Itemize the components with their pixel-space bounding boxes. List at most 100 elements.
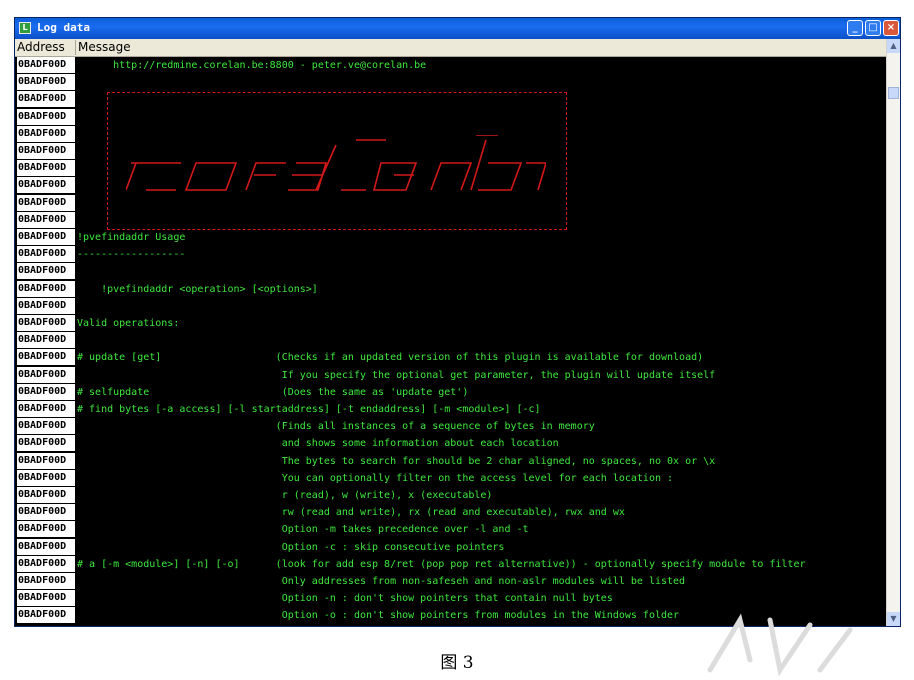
log-address: 0BADF00D <box>17 573 75 589</box>
log-row[interactable]: 0BADF00D <box>15 125 886 143</box>
scroll-up-arrow-icon[interactable]: ▲ <box>887 39 900 53</box>
log-address: 0BADF00D <box>17 555 75 572</box>
log-message: # update [get] (Checks if an updated ver… <box>77 352 704 364</box>
log-message: # find bytes [-a access] [-l startaddres… <box>77 404 541 415</box>
watermark-logo <box>707 613 853 677</box>
log-row[interactable]: 0BADF00D rw (read and write), rx (read a… <box>15 504 886 521</box>
log-row[interactable]: 0BADF00D <box>15 91 886 108</box>
log-row[interactable]: 0BADF00D <box>15 211 886 229</box>
log-address: 0BADF00D <box>17 143 75 159</box>
log-row[interactable]: 0BADF00D <box>15 160 886 177</box>
log-message: rw (read and write), rx (read and execut… <box>77 507 625 519</box>
log-address: 0BADF00D <box>17 469 75 486</box>
log-message: ------------------ <box>77 249 186 261</box>
log-row[interactable]: 0BADF00D !pvefindaddr Usage <box>15 229 886 246</box>
log-address: 0BADF00D <box>17 538 75 555</box>
log-row[interactable]: 0BADF00D r (read), w (write), x (executa… <box>15 487 886 504</box>
log-row[interactable]: 0BADF00D Only addresses from non-safeseh… <box>15 573 886 590</box>
log-address: 0BADF00D <box>17 263 75 280</box>
log-address: 0BADF00D <box>17 160 75 177</box>
log-address: 0BADF00D <box>17 487 75 503</box>
scroll-thumb[interactable] <box>888 87 899 99</box>
log-message: !pvefindaddr <operation> [<options>] <box>77 283 318 295</box>
log-row[interactable]: 0BADF00D If you specify the optional get… <box>15 366 886 384</box>
log-message: Option -o : don't show pointers from mod… <box>77 610 680 622</box>
close-button[interactable]: × <box>883 20 899 36</box>
log-message: (Finds all instances of a sequence of by… <box>77 421 595 433</box>
log-row[interactable]: 0BADF00D ------------------ <box>15 246 886 263</box>
log-address: 0BADF00D <box>17 211 75 228</box>
log-row[interactable]: 0BADF00D You can optionally filter on th… <box>15 469 886 487</box>
log-message: and shows some information about each lo… <box>77 438 559 450</box>
log-message: Only addresses from non-safeseh and non-… <box>77 576 686 587</box>
log-row[interactable]: 0BADF00D Option -m takes precedence over… <box>15 521 886 538</box>
log-row[interactable]: 0BADF00D <box>15 177 886 194</box>
log-message: # a [-m <module>] [-n] [-o] (look for ad… <box>77 558 806 570</box>
log-address: 0BADF00D <box>17 401 75 417</box>
log-row[interactable]: 0BADF00D http://redmine.corelan.be:8800 … <box>15 57 886 74</box>
log-row[interactable]: 0BADF00D # a [-m <module>] [-n] [-o] (loo… <box>15 555 886 573</box>
column-message-header[interactable]: Message <box>76 39 276 56</box>
log-data-window: L Log data _ □ × Address Message 0BADF00… <box>14 17 901 627</box>
log-message: You can optionally filter on the access … <box>77 472 674 484</box>
scroll-down-arrow-icon[interactable]: ▼ <box>887 612 900 626</box>
maximize-button[interactable]: □ <box>865 20 881 36</box>
log-message: Option -m takes precedence over -l and -… <box>77 524 529 536</box>
log-address: 0BADF00D <box>17 91 75 108</box>
log-address: 0BADF00D <box>17 383 75 400</box>
column-address-header[interactable]: Address <box>15 39 75 56</box>
log-address: 0BADF00D <box>17 125 75 142</box>
log-address: 0BADF00D <box>17 349 75 366</box>
log-address: 0BADF00D <box>17 590 75 607</box>
log-address: 0BADF00D <box>17 452 75 469</box>
log-message: r (read), w (write), x (executable) <box>77 490 493 501</box>
log-address: 0BADF00D <box>17 332 75 349</box>
log-message: Valid operations: <box>77 318 180 329</box>
log-address: 0BADF00D <box>17 194 75 211</box>
log-address: 0BADF00D <box>17 521 75 538</box>
vertical-scrollbar[interactable]: ▲ ▼ <box>886 39 900 626</box>
log-address: 0BADF00D <box>17 74 75 91</box>
log-row[interactable]: 0BADF00D (Finds all instances of a seque… <box>15 418 886 435</box>
log-message: http://redmine.corelan.be:8800 - peter.v… <box>77 60 427 71</box>
log-message: The bytes to search for should be 2 char… <box>77 455 716 467</box>
log-row[interactable]: 0BADF00D <box>15 194 886 212</box>
log-row[interactable]: 0BADF00D # selfupdate (Does the same as '… <box>15 383 886 401</box>
log-message: If you specify the optional get paramete… <box>77 369 716 381</box>
log-row[interactable]: 0BADF00D <box>15 108 886 126</box>
window-title: Log data <box>37 21 90 34</box>
minimize-button[interactable]: _ <box>847 20 863 36</box>
log-list[interactable]: 0BADF00D http://redmine.corelan.be:8800 … <box>15 57 886 626</box>
log-address: 0BADF00D <box>17 315 75 331</box>
log-row[interactable]: 0BADF00D # update [get] (Checks if an upd… <box>15 349 886 366</box>
log-row[interactable]: 0BADF00D <box>15 143 886 160</box>
column-header: Address Message <box>15 39 886 57</box>
log-address: 0BADF00D <box>17 418 75 435</box>
log-message: !pvefindaddr Usage <box>77 232 186 243</box>
log-row[interactable]: 0BADF00D <box>15 297 886 315</box>
log-message: Option -n : don't show pointers that con… <box>77 593 613 605</box>
log-address: 0BADF00D <box>17 280 75 297</box>
log-address: 0BADF00D <box>17 108 75 125</box>
log-row[interactable]: 0BADF00D Valid operations: <box>15 315 886 332</box>
log-row[interactable]: 0BADF00D <box>15 263 886 280</box>
log-row[interactable]: 0BADF00D # find bytes [-a access] [-l sta… <box>15 401 886 418</box>
log-row[interactable]: 0BADF00D Option -c : skip consecutive po… <box>15 538 886 556</box>
log-address: 0BADF00D <box>17 246 75 263</box>
app-icon: L <box>19 22 31 34</box>
log-row[interactable]: 0BADF00D <box>15 332 886 349</box>
log-address: 0BADF00D <box>17 229 75 245</box>
log-message: Option -c : skip consecutive pointers <box>77 541 505 553</box>
log-address: 0BADF00D <box>17 297 75 314</box>
log-address: 0BADF00D <box>17 435 75 452</box>
log-message: # selfupdate (Does the same as 'update g… <box>77 386 469 398</box>
log-row[interactable]: 0BADF00D !pvefindaddr <operation> [<opti… <box>15 280 886 298</box>
log-row[interactable]: 0BADF00D and shows some information abou… <box>15 435 886 452</box>
log-address: 0BADF00D <box>17 366 75 383</box>
log-address: 0BADF00D <box>17 177 75 194</box>
log-row[interactable]: 0BADF00D <box>15 74 886 91</box>
log-row[interactable]: 0BADF00D The bytes to search for should … <box>15 452 886 470</box>
log-address: 0BADF00D <box>17 57 75 73</box>
log-address: 0BADF00D <box>17 504 75 521</box>
title-bar[interactable]: L Log data _ □ × <box>15 18 900 39</box>
